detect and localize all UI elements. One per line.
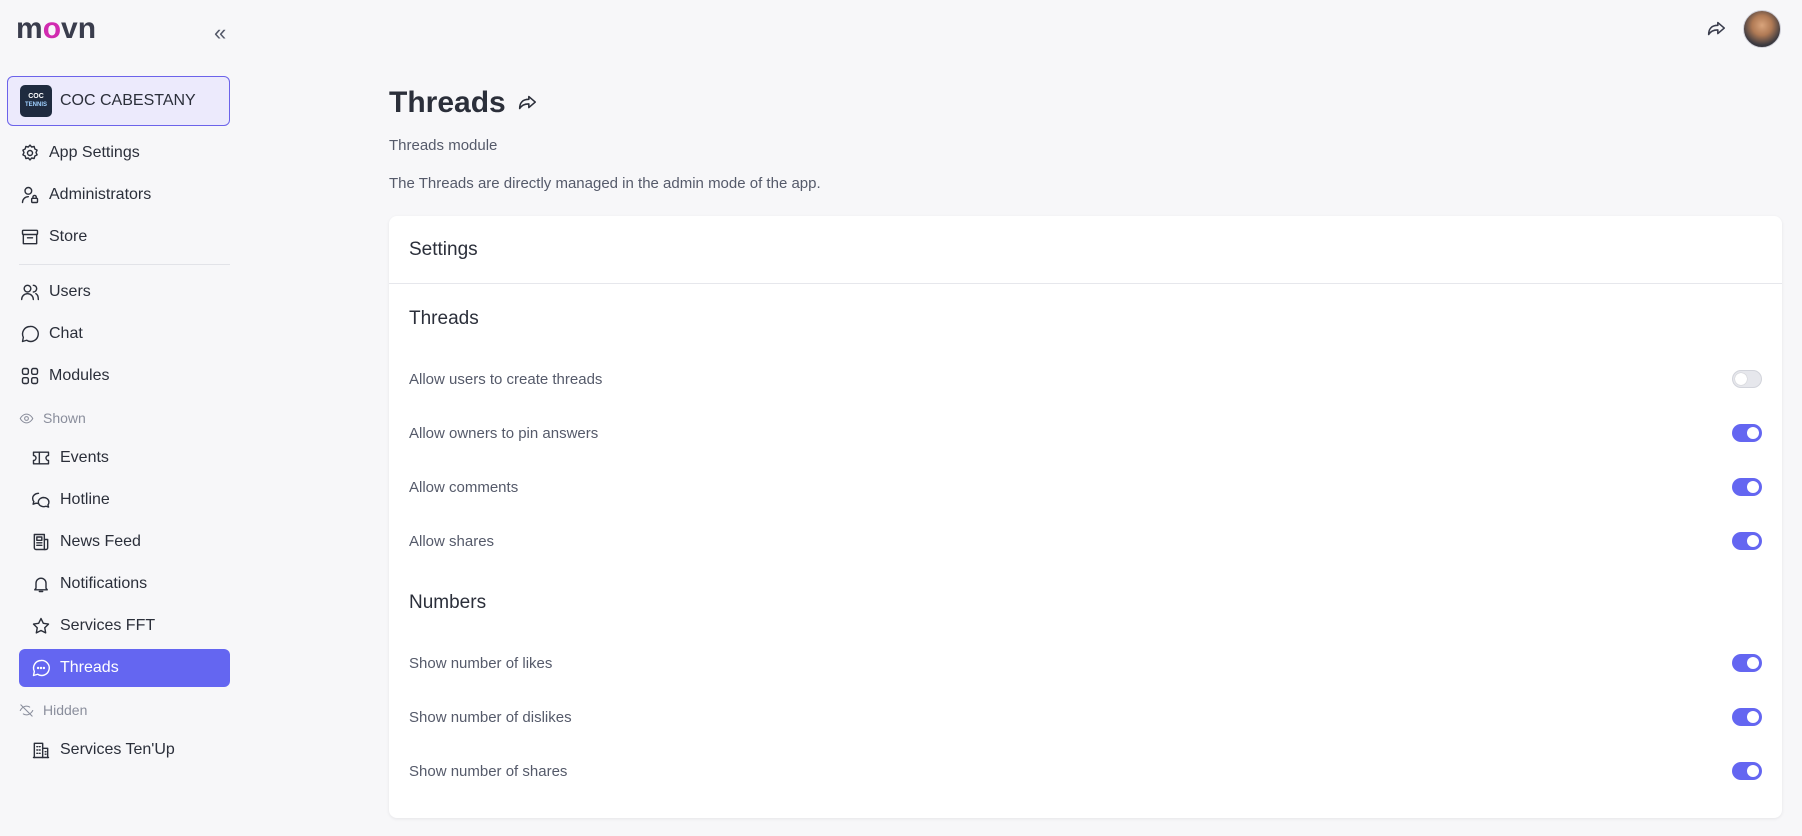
sidebar-item-label: Users	[49, 283, 91, 300]
setting-row: Show number of shares	[409, 758, 1762, 784]
card-header: Settings	[389, 216, 1782, 284]
sidebar-item-events[interactable]: Events	[30, 439, 230, 477]
settings-card: Settings Threads Allow users to create t…	[389, 216, 1782, 818]
share-module-icon[interactable]	[516, 91, 540, 115]
bell-icon	[30, 573, 52, 595]
sidebar-item-app-settings[interactable]: App Settings	[19, 134, 230, 172]
sidebar-item-label: Modules	[49, 367, 110, 384]
sidebar-item-label: Notifications	[60, 575, 148, 592]
sidebar-item-administrators[interactable]: Administrators	[19, 176, 230, 214]
sidebar-item-services-tenup[interactable]: Services Ten'Up	[30, 731, 230, 769]
sidebar-item-label: Services FFT	[60, 617, 156, 634]
setting-label: Allow shares	[409, 532, 495, 550]
sidebar-item-news-feed[interactable]: News Feed	[30, 523, 230, 561]
setting-row: Allow comments	[409, 474, 1762, 500]
org-name: COC CABESTANY	[60, 92, 196, 109]
threads-icon	[30, 657, 52, 679]
org-selector[interactable]: COC TENNIS COC CABESTANY	[7, 76, 230, 126]
admin-user-icon	[19, 184, 41, 206]
modules-icon	[19, 365, 41, 387]
sidebar-item-notifications[interactable]: Notifications	[30, 565, 230, 603]
shown-group-label: Shown	[19, 408, 86, 428]
eye-icon	[19, 410, 35, 426]
sidebar-item-label: Services Ten'Up	[60, 741, 175, 758]
setting-label: Allow comments	[409, 478, 519, 496]
show-likes-toggle[interactable]	[1732, 654, 1762, 672]
chat-icon	[19, 323, 41, 345]
setting-label: Allow owners to pin answers	[409, 424, 599, 442]
sidebar-item-label: Threads	[60, 659, 119, 676]
allow-shares-toggle[interactable]	[1732, 532, 1762, 550]
section-title-threads: Threads	[409, 308, 479, 329]
sidebar-item-label: Hotline	[60, 491, 110, 508]
show-dislikes-toggle[interactable]	[1732, 708, 1762, 726]
building-icon	[30, 739, 52, 761]
sidebar: movn « COC TENNIS COC CABESTANY App Sett…	[0, 0, 240, 836]
sidebar-item-services-fft[interactable]: Services FFT	[30, 607, 230, 645]
setting-label: Allow users to create threads	[409, 370, 603, 388]
sidebar-item-label: Events	[60, 449, 109, 466]
sidebar-item-hotline[interactable]: Hotline	[30, 481, 230, 519]
sidebar-item-chat[interactable]: Chat	[19, 315, 230, 353]
sidebar-item-threads[interactable]: Threads	[19, 649, 230, 687]
hotline-icon	[30, 489, 52, 511]
ticket-icon	[30, 447, 52, 469]
movn-logo[interactable]: movn	[16, 12, 97, 45]
sidebar-item-modules[interactable]: Modules	[19, 357, 230, 395]
star-icon	[30, 615, 52, 637]
setting-label: Show number of shares	[409, 762, 568, 780]
sidebar-item-label: News Feed	[60, 533, 141, 550]
allow-comments-toggle[interactable]	[1732, 478, 1762, 496]
hidden-group-label: Hidden	[19, 700, 87, 720]
setting-row: Show number of likes	[409, 650, 1762, 676]
show-shares-toggle[interactable]	[1732, 762, 1762, 780]
sidebar-item-users[interactable]: Users	[19, 273, 230, 311]
share-icon[interactable]	[1705, 18, 1729, 42]
users-icon	[19, 281, 41, 303]
sidebar-divider	[19, 264, 230, 265]
sidebar-item-label: Administrators	[49, 186, 152, 203]
sidebar-item-label: App Settings	[49, 144, 140, 161]
newspaper-icon	[30, 531, 52, 553]
sidebar-item-label: Chat	[49, 325, 83, 342]
setting-label: Show number of likes	[409, 654, 553, 672]
page-description: The Threads are directly managed in the …	[389, 175, 821, 192]
store-icon	[19, 226, 41, 248]
sidebar-item-store[interactable]: Store	[19, 218, 230, 256]
section-title-numbers: Numbers	[409, 592, 487, 613]
setting-row: Allow users to create threads	[409, 366, 1762, 392]
page-subtitle: Threads module	[389, 137, 498, 154]
gear-icon	[19, 142, 41, 164]
allow-pin-answers-toggle[interactable]	[1732, 424, 1762, 442]
collapse-sidebar-icon[interactable]: «	[214, 22, 238, 46]
setting-row: Allow owners to pin answers	[409, 420, 1762, 446]
setting-row: Show number of dislikes	[409, 704, 1762, 730]
logo-text: movn	[16, 12, 97, 45]
user-avatar[interactable]	[1743, 10, 1781, 48]
setting-row: Allow shares	[409, 528, 1762, 554]
app-root: movn « COC TENNIS COC CABESTANY App Sett…	[0, 0, 1802, 836]
allow-create-threads-toggle[interactable]	[1732, 370, 1762, 388]
setting-label: Show number of dislikes	[409, 708, 572, 726]
page-title: Threads	[389, 86, 540, 120]
org-logo: COC TENNIS	[20, 85, 52, 117]
eye-off-icon	[19, 702, 35, 718]
sidebar-item-label: Store	[49, 228, 88, 245]
